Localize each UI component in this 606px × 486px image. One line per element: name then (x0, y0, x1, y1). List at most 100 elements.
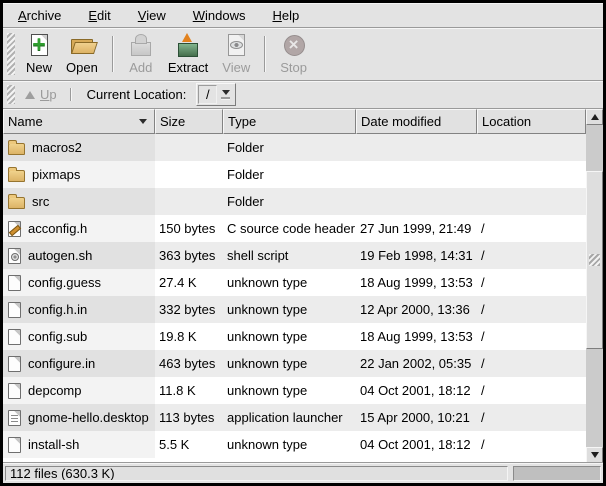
file-name: depcomp (28, 383, 81, 398)
table-row[interactable]: autogen.sh 363 bytes shell script 19 Feb… (3, 242, 586, 269)
location-value[interactable]: / (198, 85, 217, 104)
stop-button[interactable]: Stop (273, 31, 314, 77)
menu-archive-accel: A (18, 8, 27, 23)
file-type: Folder (223, 188, 356, 215)
file-size: 363 bytes (155, 242, 223, 269)
file-size: 332 bytes (155, 296, 223, 323)
file-name: install-sh (28, 437, 79, 452)
toolbar: New Open Add Extract View Stop (3, 28, 603, 81)
table-row[interactable]: macros2 Folder (3, 134, 586, 161)
file-date-modified: 18 Aug 1999, 13:53 (356, 269, 477, 296)
view-button[interactable]: View (215, 31, 257, 77)
scrollbar-thumb[interactable] (586, 171, 603, 349)
file-type: unknown type (223, 431, 356, 458)
menu-windows-accel: W (193, 8, 205, 23)
file-location: / (477, 215, 586, 242)
view-file-icon (223, 33, 249, 58)
vertical-scrollbar (586, 109, 603, 463)
add-button-label: Add (129, 60, 152, 75)
table-row[interactable]: config.guess 27.4 K unknown type 18 Aug … (3, 269, 586, 296)
file-date-modified (356, 134, 477, 161)
column-header-type[interactable]: Type (223, 109, 356, 134)
file-list-area: Name Size Type Date modified Location ma… (3, 109, 603, 463)
table-row[interactable]: pixmaps Folder (3, 161, 586, 188)
file-size: 5.5 K (155, 431, 223, 458)
file-type-icon (8, 410, 21, 426)
file-name-cell: acconfig.h (3, 215, 155, 242)
file-size: 463 bytes (155, 350, 223, 377)
new-archive-icon (26, 33, 52, 58)
column-header-name[interactable]: Name (3, 109, 155, 134)
column-header-size[interactable]: Size (155, 109, 223, 134)
scrollbar-trough[interactable] (586, 125, 603, 447)
file-name: autogen.sh (28, 248, 92, 263)
file-type-icon (8, 221, 21, 237)
toolbar-drag-handle[interactable] (7, 33, 15, 75)
menu-help[interactable]: Help (263, 5, 308, 26)
column-header-date-modified[interactable]: Date modified (356, 109, 477, 134)
file-name-cell: config.guess (3, 269, 155, 296)
scroll-up-button[interactable] (586, 109, 603, 125)
extract-button-label: Extract (168, 60, 208, 75)
file-size (155, 188, 223, 215)
table-row[interactable]: depcomp 11.8 K unknown type 04 Oct 2001,… (3, 377, 586, 404)
add-button[interactable]: Add (121, 31, 161, 77)
file-type-icon (8, 197, 25, 209)
up-rest: p (49, 87, 56, 102)
table-row[interactable]: install-sh 5.5 K unknown type 04 Oct 200… (3, 431, 586, 458)
table-row[interactable]: src Folder (3, 188, 586, 215)
table-row[interactable]: config.h.in 332 bytes unknown type 12 Ap… (3, 296, 586, 323)
file-type: unknown type (223, 350, 356, 377)
file-location: / (477, 404, 586, 431)
menu-edit[interactable]: Edit (79, 5, 119, 26)
file-name: macros2 (32, 140, 82, 155)
menu-archive-rest: rchive (27, 8, 62, 23)
open-archive-icon (69, 33, 95, 58)
progress-area (513, 466, 601, 481)
column-header-name-label: Name (8, 114, 43, 129)
file-name-cell: config.h.in (3, 296, 155, 323)
table-row[interactable]: config.sub 19.8 K unknown type 18 Aug 19… (3, 323, 586, 350)
status-text: 112 files (630.3 K) (10, 466, 115, 481)
file-type: unknown type (223, 377, 356, 404)
file-size: 11.8 K (155, 377, 223, 404)
up-button[interactable]: Up (19, 85, 63, 104)
file-date-modified: 04 Oct 2001, 18:12 (356, 377, 477, 404)
scroll-up-icon (591, 114, 599, 120)
menu-view[interactable]: View (129, 5, 175, 26)
locationbar-drag-handle[interactable] (7, 85, 15, 104)
open-button[interactable]: Open (59, 31, 105, 77)
file-name: src (32, 194, 49, 209)
file-location (477, 188, 586, 215)
file-date-modified (356, 161, 477, 188)
toolbar-separator (264, 36, 266, 72)
menu-windows[interactable]: Windows (184, 5, 255, 26)
table-row[interactable]: gnome-hello.desktop 113 bytes applicatio… (3, 404, 586, 431)
file-type: unknown type (223, 296, 356, 323)
file-type-icon (8, 248, 21, 264)
extract-button[interactable]: Extract (161, 31, 215, 77)
file-name-cell: config.sub (3, 323, 155, 350)
location-combobox[interactable]: / (196, 83, 236, 106)
stop-icon (281, 33, 307, 58)
column-header-location[interactable]: Location (477, 109, 586, 134)
table-row[interactable]: acconfig.h 150 bytes C source code heade… (3, 215, 586, 242)
file-name-cell: macros2 (3, 134, 155, 161)
table-row[interactable]: configure.in 463 bytes unknown type 22 J… (3, 350, 586, 377)
file-name-cell: install-sh (3, 431, 155, 458)
column-header-date-label: Date modified (361, 114, 441, 129)
menubar: Archive Edit View Windows Help (3, 3, 603, 28)
file-date-modified: 19 Feb 1998, 14:31 (356, 242, 477, 269)
file-type-icon (8, 275, 21, 291)
scroll-down-button[interactable] (586, 447, 603, 463)
file-location (477, 161, 586, 188)
file-type-icon (8, 356, 21, 372)
new-button[interactable]: New (19, 31, 59, 77)
file-type: Folder (223, 134, 356, 161)
location-dropdown-button[interactable] (217, 85, 234, 104)
file-name: gnome-hello.desktop (28, 410, 149, 425)
menu-archive[interactable]: Archive (9, 5, 70, 26)
file-name: acconfig.h (28, 221, 87, 236)
file-date-modified: 15 Apr 2000, 10:21 (356, 404, 477, 431)
file-date-modified: 04 Oct 2001, 18:12 (356, 431, 477, 458)
